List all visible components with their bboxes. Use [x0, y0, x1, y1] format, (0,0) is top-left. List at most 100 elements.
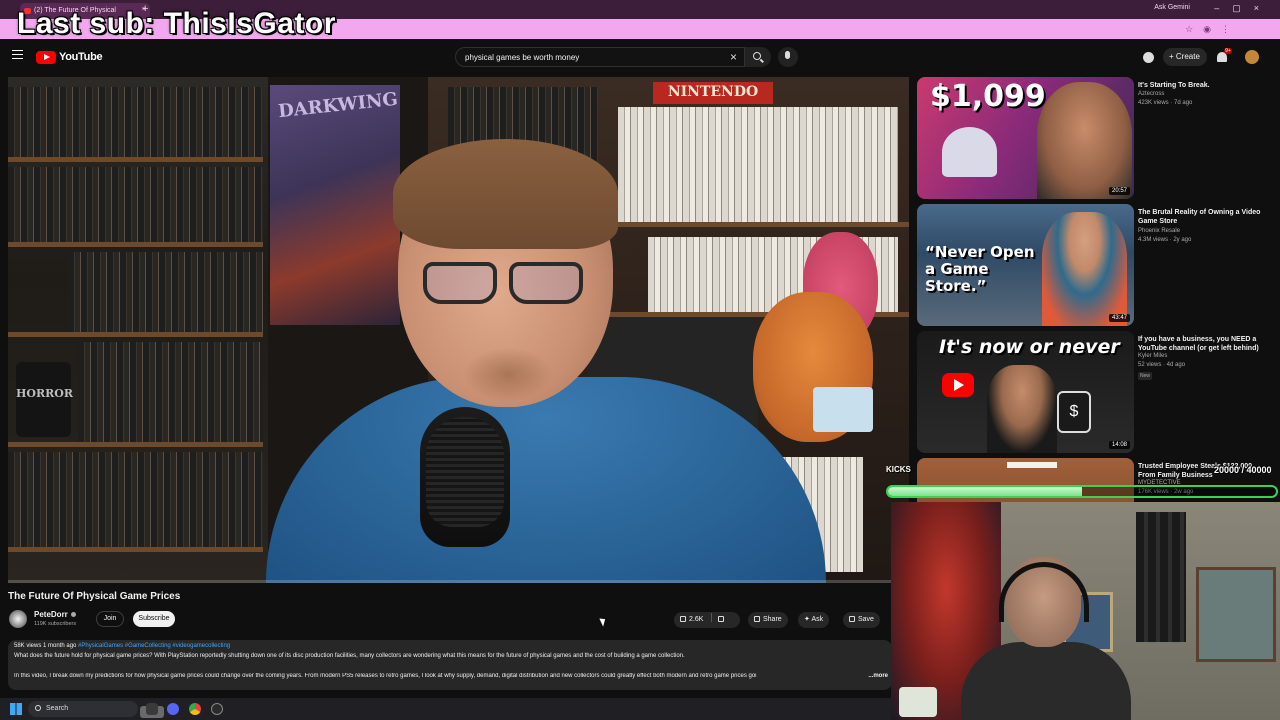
description-line: What does the future hold for physical g… [14, 653, 685, 659]
recommendation-thumbnail[interactable]: “Never Open a Game Store.” 43:47 [917, 204, 1134, 326]
stream-last-sub-banner: Last sub: ThisIsGator [17, 7, 336, 40]
ceiling-light-image [1007, 462, 1057, 468]
video-duration: 20:57 [1108, 187, 1130, 195]
shelf-board [8, 547, 263, 552]
recommendation-item[interactable]: “Never Open a Game Store.” 43:47 The Bru… [917, 204, 1272, 326]
ask-button[interactable]: ✦ Ask [798, 612, 830, 628]
windows-start-icon[interactable] [10, 703, 22, 715]
bubsy-box [813, 387, 873, 432]
shelf-board [8, 442, 263, 447]
channel-name[interactable]: PeteDorr [34, 610, 76, 619]
thumbs-up-icon [680, 616, 686, 622]
shelf-board [8, 332, 263, 337]
youtube-play-logo-icon [36, 50, 56, 64]
search-button[interactable] [745, 47, 771, 67]
recommendation-item[interactable]: $1,099 20:57 It's Starting To Break. Azt… [917, 77, 1272, 199]
game-row [8, 87, 263, 157]
window-controls[interactable]: –▢× [1214, 3, 1272, 14]
hamburger-menu-icon[interactable] [12, 50, 23, 59]
game-row [8, 452, 263, 547]
task-view-icon[interactable] [146, 703, 158, 715]
description-meta: 58K views 1 month ago #PhysicalGames #Ga… [14, 643, 230, 649]
youtube-header: YouTube physical games be worth money × … [0, 39, 1280, 76]
create-button[interactable]: + Create [1163, 48, 1207, 66]
description-line: In this video, I break down my predictio… [14, 673, 757, 679]
save-label: Save [858, 616, 874, 623]
sub-goal-fill [888, 487, 1082, 496]
ask-label: Ask [811, 616, 824, 623]
toolbar-icons[interactable]: ☆◉⋮ [1185, 24, 1240, 35]
thumbs-down-icon[interactable] [718, 616, 725, 622]
recommendation-title[interactable]: It's Starting To Break. [1138, 81, 1268, 90]
recommendation-meta: 4.3M views · 2y ago [1138, 237, 1192, 243]
subscribe-button[interactable]: Subscribe [133, 611, 175, 627]
obs-icon[interactable] [211, 703, 223, 715]
share-label: Share [763, 616, 782, 623]
hashtags[interactable]: #PhysicalGames #GameCollecting #videogam… [78, 643, 230, 649]
sub-goal-count: 20000 / 40000 [1214, 465, 1272, 475]
video-player[interactable]: HORROR NINTENDO DARKWING [8, 77, 909, 583]
clear-search-icon[interactable]: × [730, 50, 737, 64]
channel-name-text[interactable]: PeteDorr [34, 610, 68, 619]
creator-image [987, 365, 1057, 453]
logo-text: YouTube [59, 51, 103, 63]
nintendo-box: NINTENDO [653, 82, 773, 104]
webcam-picture-frame [1196, 567, 1276, 662]
recommendation-channel[interactable]: Aztecross [1138, 91, 1164, 97]
search-icon [35, 705, 41, 711]
recommendation-meta: 423K views · 7d ago [1138, 100, 1193, 106]
verified-icon [70, 612, 76, 618]
youtube-logo[interactable]: YouTube [36, 50, 103, 64]
recommendation-channel[interactable]: Phoenix Resale [1138, 228, 1180, 234]
views-and-date: 58K views 1 month ago [14, 643, 77, 649]
voice-search-button[interactable] [778, 47, 798, 67]
microphone-icon [785, 51, 790, 59]
streamer-body [961, 642, 1131, 720]
host-beard [463, 347, 553, 402]
dollar-sign-icon: $ [1057, 391, 1091, 433]
host-hair [393, 139, 618, 249]
recommendation-meta: 52 views · 4d ago [1138, 362, 1186, 368]
glasses-lens [423, 262, 497, 304]
like-count: 2.6K [689, 616, 704, 623]
recommendation-title[interactable]: The Brutal Reality of Owning a Video Gam… [1138, 208, 1268, 226]
divider [711, 613, 713, 622]
search-input[interactable]: physical games be worth money [455, 47, 745, 67]
video-progress-bar[interactable] [8, 580, 909, 583]
recommendation-thumbnail[interactable]: It's now or never $ 14:08 [917, 331, 1134, 453]
assistant-icon[interactable] [1143, 52, 1154, 63]
save-button[interactable]: Save [843, 612, 880, 628]
glasses-lens [509, 262, 583, 304]
channel-avatar[interactable] [9, 610, 27, 628]
game-row [8, 167, 263, 242]
recommendation-title[interactable]: If you have a business, you NEED a YouTu… [1138, 335, 1268, 353]
taskbar-search-label: Search [46, 705, 69, 712]
recommendation-thumbnail[interactable]: $1,099 20:57 [917, 77, 1134, 199]
video-title: The Future Of Physical Game Prices [8, 591, 181, 602]
show-more-link[interactable]: ...more [868, 673, 888, 679]
recommendation-channel[interactable]: Kyler Miles [1138, 353, 1167, 359]
ask-gemini-button[interactable]: Ask Gemini [1154, 4, 1190, 11]
join-button[interactable]: Join [96, 611, 124, 627]
recommendation-item[interactable]: It's now or never $ 14:08 If you have a … [917, 331, 1272, 453]
mouse-cursor-icon [599, 616, 608, 627]
discord-icon[interactable] [167, 703, 179, 715]
search-icon [753, 52, 761, 60]
taskbar-search[interactable]: Search [28, 701, 164, 718]
horror-mug: HORROR [16, 362, 73, 437]
video-duration: 43:47 [1108, 314, 1130, 322]
thumbnail-text: $1,099 [930, 79, 1046, 114]
share-button[interactable]: Share [748, 612, 788, 628]
subscriber-count: 119K subscribers [34, 621, 77, 627]
notification-count-badge: 9+ [1224, 48, 1232, 54]
sub-goal-progress-bar [886, 485, 1278, 498]
account-avatar[interactable] [1245, 50, 1259, 64]
creator-face-image [1037, 82, 1132, 199]
play-triangle-icon [954, 379, 964, 391]
game-row [618, 107, 898, 222]
description-box[interactable]: 58K views 1 month ago #PhysicalGames #Ga… [8, 640, 892, 690]
webcam-mug [899, 687, 937, 717]
new-badge: New [1138, 372, 1153, 380]
chrome-icon[interactable] [189, 703, 201, 715]
like-dislike-button[interactable]: 2.6K [674, 612, 740, 628]
